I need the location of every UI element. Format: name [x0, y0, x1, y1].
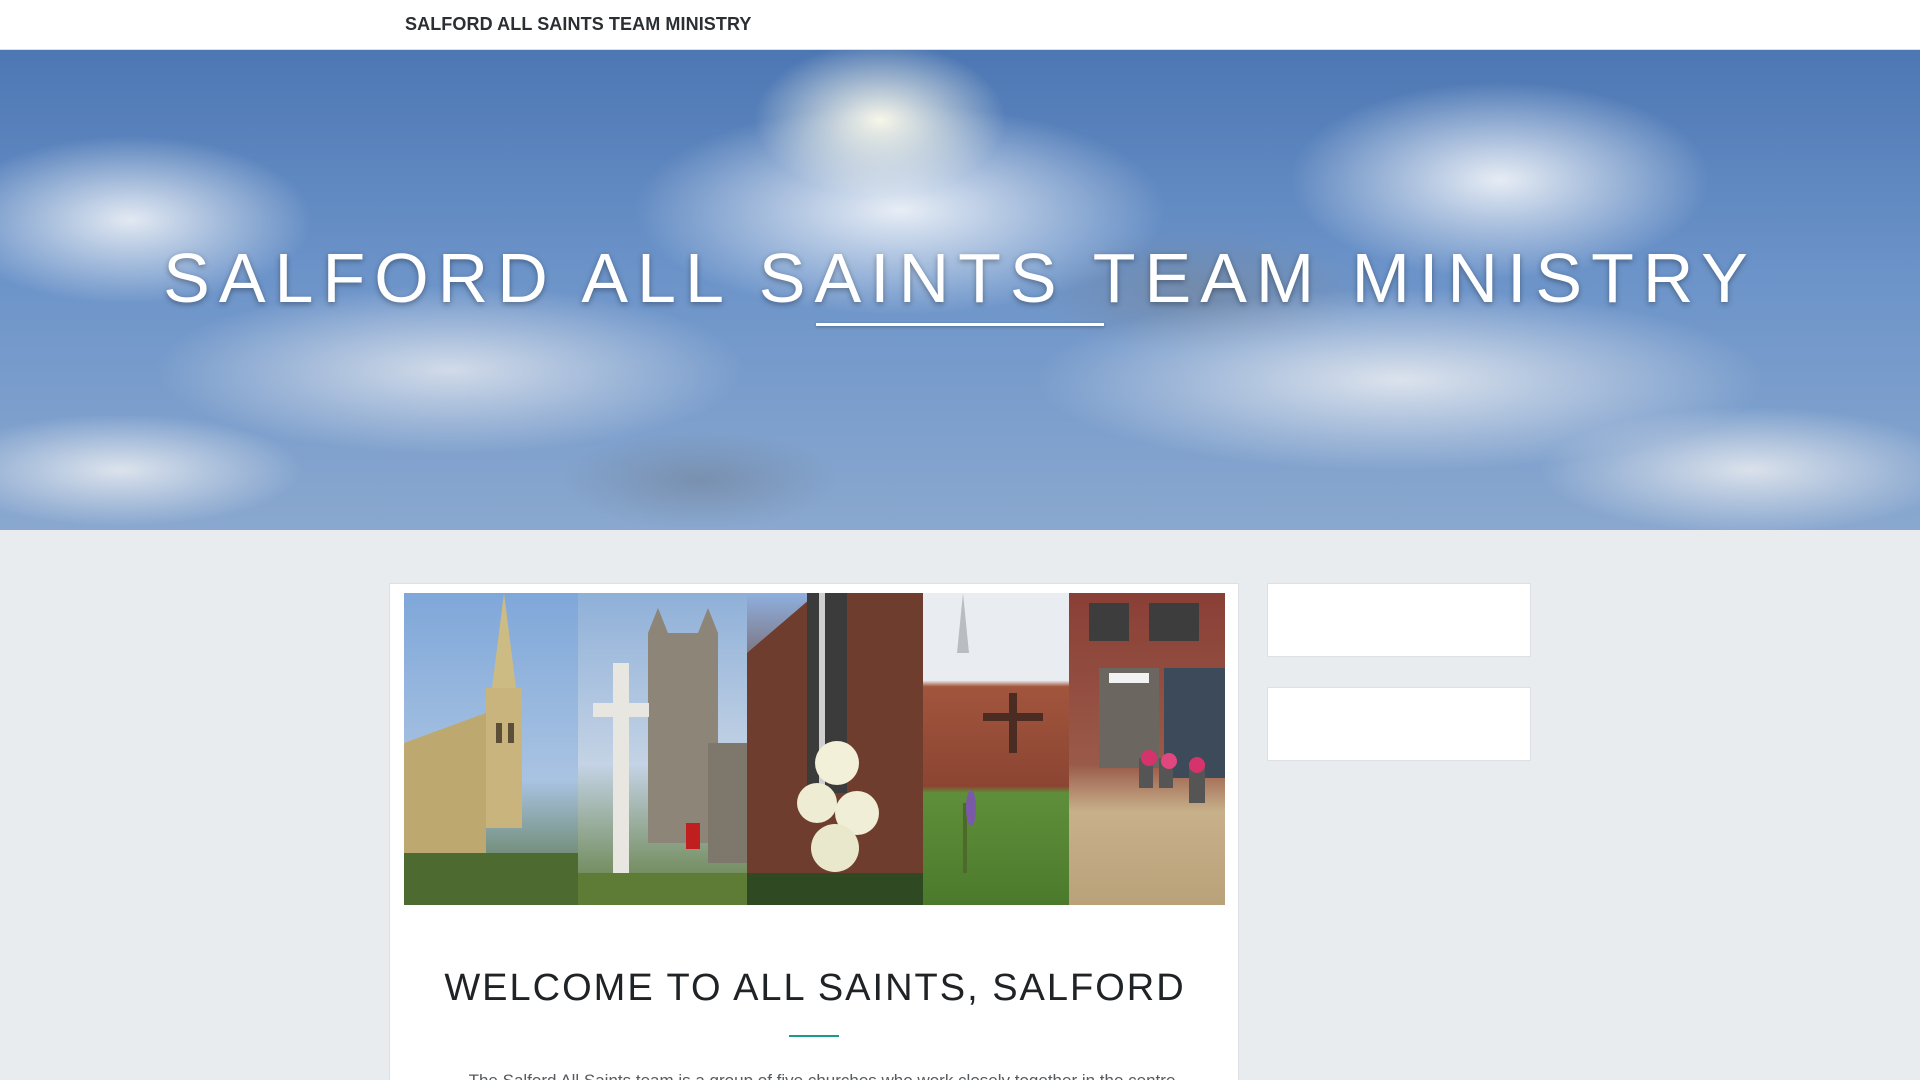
welcome-post-card: WELCOME TO ALL SAINTS, SALFORD The Salfo… — [389, 583, 1239, 1080]
hero-title: SALFORD ALL SAINTS TEAM MINISTRY — [163, 239, 1757, 317]
churches-photo-collage — [404, 593, 1225, 905]
top-navigation-bar: SALFORD ALL SAINTS TEAM MINISTRY — [0, 0, 1920, 50]
site-title-link[interactable]: SALFORD ALL SAINTS TEAM MINISTRY — [405, 14, 752, 35]
church-spire-photo — [404, 593, 578, 905]
sidebar-widget-2 — [1267, 687, 1531, 761]
hero-title-underline — [816, 323, 1104, 326]
war-memorial-church-photo — [578, 593, 747, 905]
post-title-underline — [789, 1035, 839, 1037]
sidebar-widget-1 — [1267, 583, 1531, 657]
post-intro-text: The Salford All Saints team is a group o… — [462, 1068, 1182, 1080]
post-title: WELCOME TO ALL SAINTS, SALFORD — [444, 967, 1186, 1009]
brick-bell-tower-photo — [747, 593, 923, 905]
modern-brick-church-photo — [923, 593, 1069, 905]
hero-banner: SALFORD ALL SAINTS TEAM MINISTRY — [0, 50, 1920, 530]
church-hall-entrance-photo — [1069, 593, 1225, 905]
